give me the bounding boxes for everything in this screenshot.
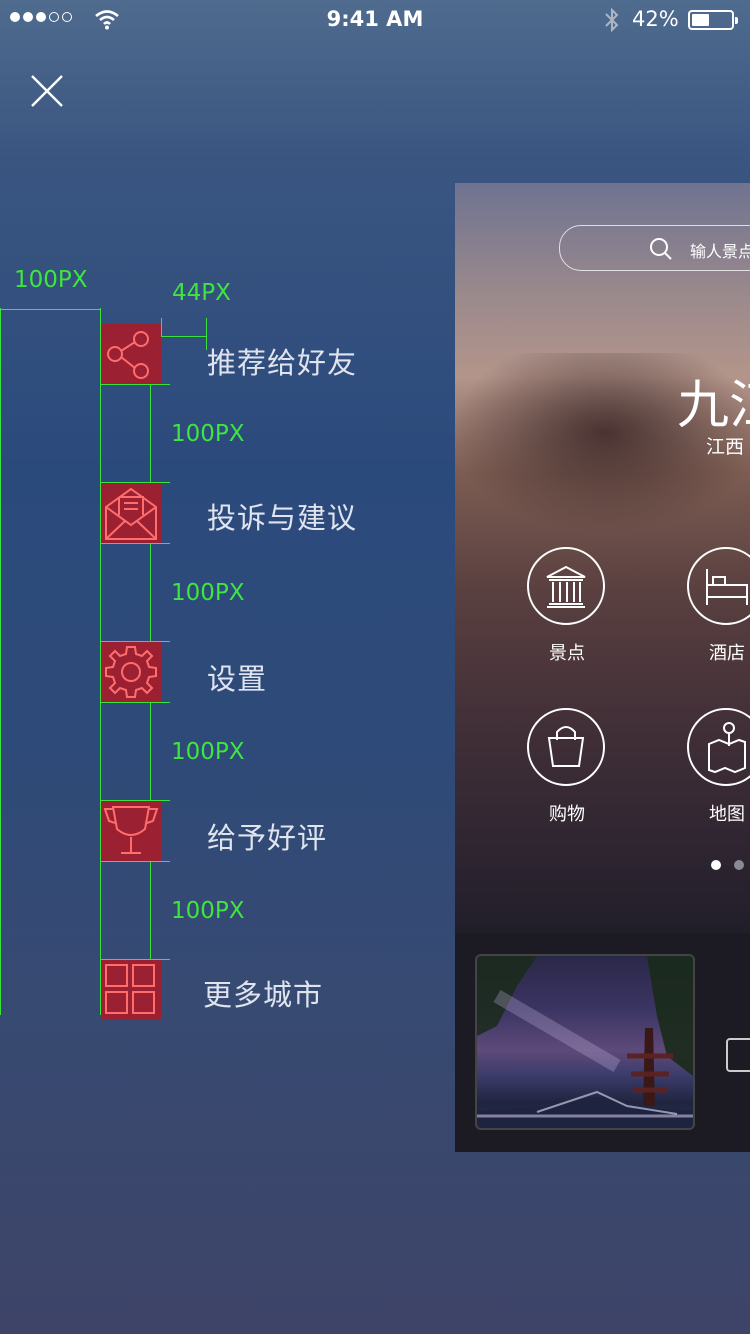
menu-item-more-cities[interactable]: 更多城市	[101, 960, 421, 1020]
category-label: 地图	[709, 804, 745, 825]
search-icon	[650, 238, 672, 260]
search-field[interactable]: 输人景点	[559, 225, 750, 271]
guide-spacing-line	[150, 384, 151, 482]
annotation-spacing: 100PX	[171, 421, 245, 447]
menu-item-settings[interactable]: 设置	[101, 642, 421, 702]
province-name: 江西	[706, 436, 745, 458]
guide-spacing-line	[150, 702, 151, 800]
fuji-pagoda-image	[477, 956, 693, 1128]
guide-line-left	[0, 308, 1, 1015]
guide-spacing-line	[150, 861, 151, 959]
bed-icon	[687, 547, 750, 625]
close-icon[interactable]	[28, 72, 66, 110]
gear-icon	[101, 642, 161, 702]
map-icon	[687, 708, 750, 786]
annotation-spacing: 100PX	[171, 580, 245, 606]
trophy-icon	[101, 801, 161, 861]
menu-item-rate[interactable]: 给予好评	[101, 801, 421, 861]
category-label: 购物	[549, 804, 585, 825]
category-label: 景点	[549, 643, 585, 664]
menu-item-recommend[interactable]: 推荐给好友	[101, 324, 421, 384]
menu-item-label: 更多城市	[203, 978, 324, 1012]
menu-item-feedback[interactable]: 投诉与建议	[101, 483, 421, 543]
category-label: 酒店	[709, 643, 745, 664]
featured-photo[interactable]	[475, 954, 695, 1130]
annotation-icon-gap: 44PX	[172, 280, 231, 306]
guide-line-width-marker	[0, 309, 100, 310]
share-icon	[101, 324, 161, 384]
category-sights[interactable]: 景点	[525, 547, 607, 667]
menu-item-label: 推荐给好友	[207, 346, 358, 380]
annotation-spacing: 100PX	[171, 739, 245, 765]
guide-spacing-line	[150, 543, 151, 641]
guide-tick	[100, 861, 170, 862]
guide-tick	[100, 384, 170, 385]
battery-percent: 42%	[632, 7, 679, 31]
menu-item-label: 给予好评	[207, 821, 328, 855]
carousel-dot-active[interactable]	[711, 860, 721, 870]
menu-item-label: 设置	[207, 662, 268, 696]
carousel-dot[interactable]	[734, 860, 744, 870]
annotation-left-width: 100PX	[14, 267, 88, 293]
guide-tick	[100, 543, 170, 544]
menu-item-label: 投诉与建议	[207, 501, 358, 535]
battery-icon	[688, 10, 738, 30]
search-placeholder: 输人景点	[690, 242, 750, 261]
category-map[interactable]: 地图	[685, 708, 750, 828]
main-screen-preview[interactable]: 输人景点 九江 江西 景点 酒店 购物	[455, 183, 750, 1152]
city-name: 九江	[677, 376, 750, 436]
shopping-bag-icon	[527, 708, 605, 786]
status-bar: 9:41 AM 42%	[0, 0, 750, 40]
museum-icon	[527, 547, 605, 625]
bluetooth-icon	[605, 7, 619, 33]
guide-tick	[100, 702, 170, 703]
envelope-icon	[101, 483, 161, 543]
annotation-spacing: 100PX	[171, 898, 245, 924]
category-shopping[interactable]: 购物	[525, 708, 607, 828]
photo-action-button[interactable]	[726, 1038, 750, 1072]
category-hotel[interactable]: 酒店	[685, 547, 750, 667]
grid-icon	[101, 960, 161, 1020]
